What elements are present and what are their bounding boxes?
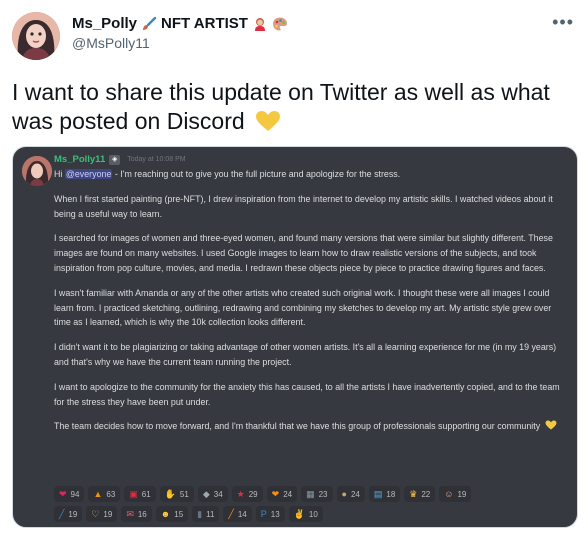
- heart-decoration-icon: ▣: [129, 489, 138, 499]
- author-handle[interactable]: @MsPolly11: [72, 35, 288, 51]
- reaction-count: 18: [386, 489, 396, 499]
- reactions-row: ╱ 19 ♡ 19 ✉ 16 ☻ 15 ▮ 11 ╱ 14 P 13 ✌ 10: [54, 506, 574, 522]
- reaction-count: 14: [237, 509, 247, 519]
- reaction-count: 24: [283, 489, 293, 499]
- reaction-pill[interactable]: ▮ 11: [192, 506, 220, 522]
- reaction-count: 19: [103, 509, 113, 519]
- reaction-pill[interactable]: ● 24: [336, 486, 365, 502]
- reactions-row: ❤ 94 ▲ 63 ▣ 61 ✋ 51 ◆ 34 ★ 29 ❤ 24 ▦ 23 ● 24 ▤ 18 ♛ 22 ☺ 19: [54, 486, 574, 502]
- title-tag: NFT ARTIST: [161, 15, 248, 32]
- discord-avatar: [22, 156, 52, 186]
- reaction-count: 34: [213, 489, 223, 499]
- woman-artist-icon: [254, 17, 265, 31]
- reaction-pill[interactable]: P 13: [255, 506, 285, 522]
- discord-message-header: Ms_Polly11 ◈ Today at 10:08 PM: [54, 154, 186, 165]
- reaction-pill[interactable]: ♡ 19: [86, 506, 118, 522]
- thumbs-up-icon: ✌: [293, 509, 305, 519]
- crown-icon: ♛: [409, 489, 418, 499]
- reaction-pill[interactable]: ❤ 94: [54, 486, 85, 502]
- reaction-pill[interactable]: ▤ 18: [368, 486, 401, 502]
- p-button-icon: P: [260, 509, 267, 519]
- rainbow-brush-icon: ╱: [228, 509, 234, 519]
- reaction-pill[interactable]: ▣ 61: [124, 486, 156, 502]
- yellow-heart-icon: [256, 111, 281, 131]
- display-name[interactable]: Ms_Polly: [72, 15, 137, 32]
- discord-paragraph: The team decides how to move forward, an…: [54, 419, 566, 434]
- reaction-count: 16: [137, 509, 147, 519]
- reaction-pill[interactable]: ◆ 34: [197, 486, 228, 502]
- people-icon: ☻: [160, 509, 171, 519]
- orange-heart-icon: ❤: [271, 489, 280, 499]
- more-horizontal-icon[interactable]: •••: [552, 12, 574, 33]
- reaction-pill[interactable]: ★ 29: [231, 486, 263, 502]
- discord-paragraph: I didn't want it to be plagiarizing or t…: [54, 342, 557, 367]
- reaction-pill[interactable]: ☺ 19: [439, 486, 472, 502]
- author-names: Ms_Polly NFT ARTIST @MsPolly11: [72, 15, 288, 51]
- framed-picture-icon: ▦: [306, 489, 315, 499]
- closing-text: The team decides how to move forward, an…: [54, 421, 541, 432]
- reaction-count: 29: [248, 489, 258, 499]
- discord-username[interactable]: Ms_Polly11: [54, 154, 105, 165]
- heart-hands-icon: ♡: [91, 509, 100, 519]
- reaction-count: 51: [179, 489, 189, 499]
- reaction-count: 19: [457, 489, 467, 499]
- tweet-text: I want to share this update on Twitter a…: [12, 78, 578, 136]
- reaction-pill[interactable]: ╱ 14: [223, 506, 252, 522]
- reaction-pill[interactable]: ▦ 23: [301, 486, 333, 502]
- red-heart-icon: ❤: [59, 489, 67, 499]
- reaction-count: 15: [174, 509, 184, 519]
- reaction-pill[interactable]: ▲ 63: [88, 486, 121, 502]
- paintbrush-icon: [143, 16, 157, 30]
- discord-paragraph: I want to apologize to the community for…: [54, 381, 560, 407]
- fire-icon: ▲: [93, 489, 103, 499]
- author-avatar[interactable]: [12, 12, 60, 60]
- reaction-count: 24: [350, 489, 360, 499]
- love-letter-icon: ✉: [126, 509, 134, 519]
- reaction-pill[interactable]: ✌ 10: [288, 506, 323, 522]
- artist-palette-icon: [272, 17, 287, 30]
- attached-image[interactable]: Ms_Polly11 ◈ Today at 10:08 PM Hi @every…: [12, 146, 578, 528]
- raising-hands-icon: ✋: [164, 489, 176, 499]
- discord-paragraph: Hi @everyone - I'm reaching out to give …: [54, 167, 566, 182]
- discord-paragraph: I wasn't familiar with Amanda or any of …: [54, 287, 552, 328]
- discord-paragraph: When I first started painting (pre-NFT),…: [54, 193, 553, 219]
- reaction-count: 61: [141, 489, 151, 499]
- reaction-count: 19: [68, 509, 78, 519]
- discord-timestamp: Today at 10:08 PM: [127, 156, 186, 163]
- yellow-heart-icon: [545, 420, 557, 430]
- reaction-count: 23: [318, 489, 328, 499]
- greeting-prefix: Hi: [54, 169, 65, 179]
- reaction-pill[interactable]: ☻ 15: [155, 506, 189, 522]
- reaction-pill[interactable]: ✉ 16: [121, 506, 152, 522]
- reaction-count: 13: [270, 509, 280, 519]
- discord-paragraph: I searched for images of women and three…: [54, 233, 553, 273]
- paintbrush-icon: ╱: [59, 509, 65, 519]
- dancer-icon: ★: [236, 489, 245, 499]
- reaction-pill[interactable]: ❤ 24: [266, 486, 298, 502]
- reaction-count: 11: [206, 509, 215, 519]
- reaction-pill[interactable]: ╱ 19: [54, 506, 83, 522]
- chart-image-icon: ▤: [373, 489, 383, 499]
- reactions: ❤ 94 ▲ 63 ▣ 61 ✋ 51 ◆ 34 ★ 29 ❤ 24 ▦ 23 ● 24 ▤ 18 ♛ 22 ☺ 19 ╱ 19…: [54, 486, 574, 526]
- reaction-count: 94: [70, 489, 80, 499]
- reaction-count: 63: [106, 489, 116, 499]
- reaction-pill[interactable]: ✋ 51: [159, 486, 194, 502]
- nail-polish-icon: ▮: [197, 509, 203, 519]
- praying-hands-icon: ◆: [202, 489, 210, 499]
- greeting-rest: - I'm reaching out to give you the full …: [112, 169, 401, 179]
- woman-face-icon: ☺: [444, 489, 454, 499]
- nft-badge-icon: ◈: [109, 154, 121, 165]
- reaction-count: 10: [308, 509, 318, 519]
- reaction-pill[interactable]: ♛ 22: [404, 486, 436, 502]
- everyone-mention[interactable]: @everyone: [64, 169, 113, 179]
- artist-palette-icon: ●: [341, 489, 347, 499]
- discord-message-body: Hi @everyone - I'm reaching out to give …: [54, 167, 566, 434]
- reaction-count: 22: [421, 489, 431, 499]
- display-name-row[interactable]: Ms_Polly NFT ARTIST: [72, 15, 288, 32]
